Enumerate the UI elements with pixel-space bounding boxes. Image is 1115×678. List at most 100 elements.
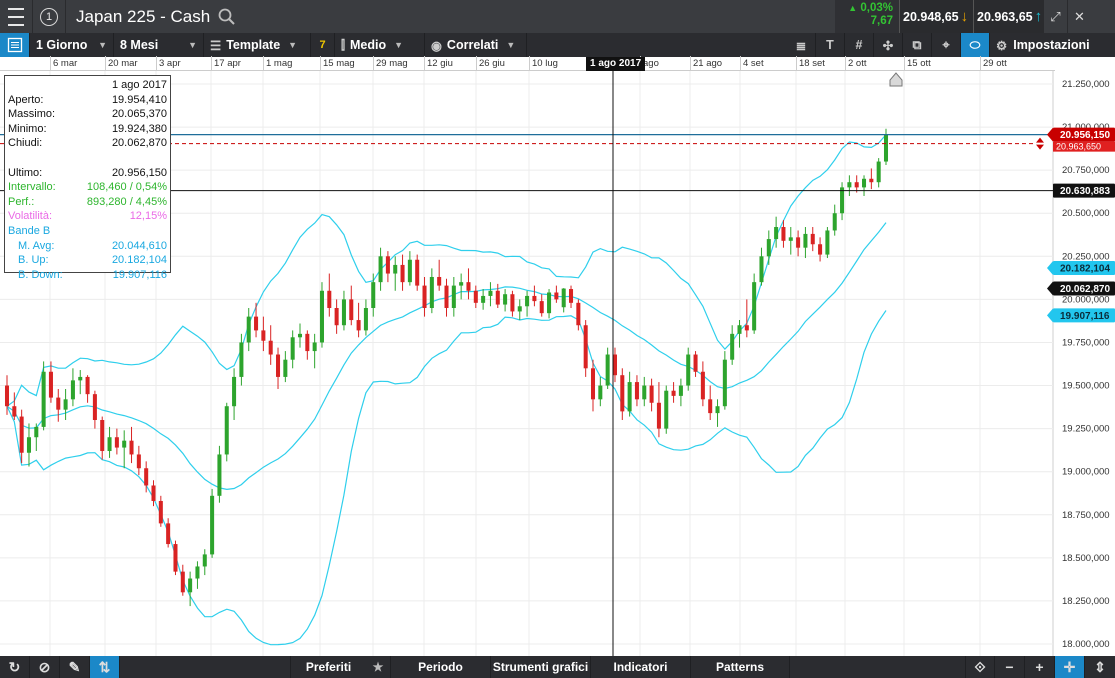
candle-body [356, 320, 361, 331]
up-triangle-icon: ▲ [848, 3, 858, 13]
candle-body [319, 290, 324, 343]
number-one-icon: 1 [40, 7, 58, 26]
date-tick [980, 56, 981, 70]
chevron-down-icon: ▼ [506, 40, 516, 50]
candle-body [349, 299, 354, 321]
tag-icon[interactable]: ⬭ [961, 33, 990, 57]
candle-body [100, 420, 105, 452]
candle-body [246, 316, 251, 343]
candle-body [85, 376, 90, 395]
price-tick-label: 20.000,000 [1062, 294, 1110, 305]
price-tick-label: 18.000,000 [1062, 639, 1110, 650]
crosshair-icon[interactable]: ✛ [1055, 656, 1085, 678]
vertical-fit-icon[interactable]: ⇕ [1085, 656, 1115, 678]
mavg-label: M. Avg: [18, 239, 55, 252]
layers-icon[interactable]: ⧉ [903, 33, 932, 57]
candle-body [612, 354, 617, 376]
preferiti-label: Preferiti [305, 660, 352, 674]
candle-body [232, 376, 237, 407]
date-tick [156, 56, 157, 70]
preferiti-tab[interactable]: Preferiti [290, 656, 366, 678]
date-tick [105, 56, 106, 70]
close-icon[interactable]: ✕ [1067, 0, 1091, 33]
candle-body [847, 182, 852, 188]
zoom-in-icon[interactable]: + [1025, 656, 1055, 678]
last-price-tag: 20.956,150 [1060, 130, 1110, 141]
sell-price-button[interactable]: 20.948,65 ↓ [899, 0, 973, 33]
volatility-label: Volatilità: [8, 210, 53, 223]
bup-price-tag: 20.182,104 [1060, 264, 1110, 275]
candle-body [862, 178, 867, 188]
crosshair-tool-icon[interactable]: ✣ [874, 33, 903, 57]
candle-body [503, 294, 508, 305]
date-label: 26 giu [479, 58, 505, 69]
periodo-tab[interactable]: Periodo [390, 656, 490, 678]
candle-body [180, 571, 185, 593]
strumenti-tab[interactable]: Strumenti grafici [490, 656, 590, 678]
date-label: 2 ott [848, 58, 867, 69]
candle-body [781, 227, 786, 241]
refresh-icon[interactable]: ↻ [0, 656, 30, 678]
candle-body [539, 301, 544, 314]
zoom-out-icon[interactable]: − [995, 656, 1025, 678]
buy-price-button[interactable]: 20.963,65 ↑ [973, 0, 1043, 33]
candle-body [283, 359, 288, 377]
template-dropdown[interactable]: ☰ Template ▼ [204, 33, 311, 57]
range-dropdown[interactable]: 8 Mesi ▼ [114, 33, 204, 57]
vertical-arrows-icon[interactable]: ⇅ [90, 656, 120, 678]
date-label: 20 mar [108, 58, 138, 69]
range-value: 108,460 / 0,54% [86, 181, 167, 194]
search-icon[interactable] [218, 8, 236, 26]
date-tick [845, 56, 846, 70]
candle-body [327, 290, 332, 308]
expand-icon[interactable]: ⤢ [1043, 0, 1067, 33]
ruler-icon[interactable]: ≣ [787, 33, 816, 57]
fit-icon[interactable]: ⟐ [965, 656, 995, 678]
ohlc-info-box: 1 ago 2017 Aperto: 19.954,410 Massimo: 20.… [4, 75, 171, 281]
indicator-count-badge[interactable]: 7 [311, 33, 335, 57]
date-tick [740, 56, 741, 70]
list-view-button[interactable] [0, 33, 30, 57]
candle-body [627, 382, 632, 412]
indicatori-tab[interactable]: Indicatori [590, 656, 690, 678]
menu-icon[interactable] [0, 0, 33, 33]
date-label: 21 ago [693, 58, 723, 69]
settings-button[interactable]: ⚙ Impostazioni [990, 33, 1115, 57]
candle-body [144, 468, 149, 486]
instrument-title[interactable]: Japan 225 - Cash [76, 7, 210, 27]
star-icon[interactable]: ★ [366, 656, 390, 678]
candle-body [678, 385, 683, 396]
disable-icon[interactable]: ⊘ [30, 656, 60, 678]
text-tool-icon[interactable]: T [816, 33, 845, 57]
mavg-value: 20.044,610 [111, 239, 167, 252]
candle-body [107, 437, 112, 452]
candle-body [481, 295, 486, 303]
candle-body [239, 342, 244, 377]
candle-body [620, 375, 625, 412]
price-tick-label: 18.250,000 [1062, 596, 1110, 607]
candle-body [437, 276, 442, 286]
sell-price: 20.948,65 [903, 9, 959, 24]
grid-icon[interactable]: # [845, 33, 874, 57]
price-tick-label: 19.000,000 [1062, 467, 1110, 478]
patterns-label: Patterns [715, 660, 765, 674]
pin-icon[interactable]: ⌖ [932, 33, 961, 57]
template-label: Template [226, 38, 281, 52]
candle-body [759, 256, 764, 283]
candle-body [517, 306, 522, 312]
patterns-tab[interactable]: Patterns [690, 656, 790, 678]
date-label: ago [643, 58, 659, 69]
chart-type-dropdown[interactable]: ⫿ Medio ▼ [335, 33, 425, 57]
date-tick [904, 56, 905, 70]
candle-body [210, 495, 215, 555]
interval-dropdown[interactable]: 1 Giorno ▼ [30, 33, 114, 57]
correlati-dropdown[interactable]: ◉ Correlati ▼ [425, 33, 527, 57]
trading-chart-app: 1 Japan 225 - Cash ▲ 0,03% 7,67 20.948,6… [0, 0, 1115, 678]
instrument-number-button[interactable]: 1 [33, 0, 66, 33]
price-box: ▲ 0,03% 7,67 20.948,65 ↓ 20.963,65 ↑ ⤢ ✕ [835, 0, 1091, 33]
candle-body [583, 325, 588, 369]
pencil-icon[interactable]: ✎ [60, 656, 90, 678]
candle-body [12, 406, 17, 417]
candle-body [576, 302, 581, 326]
candle-body [671, 390, 676, 396]
